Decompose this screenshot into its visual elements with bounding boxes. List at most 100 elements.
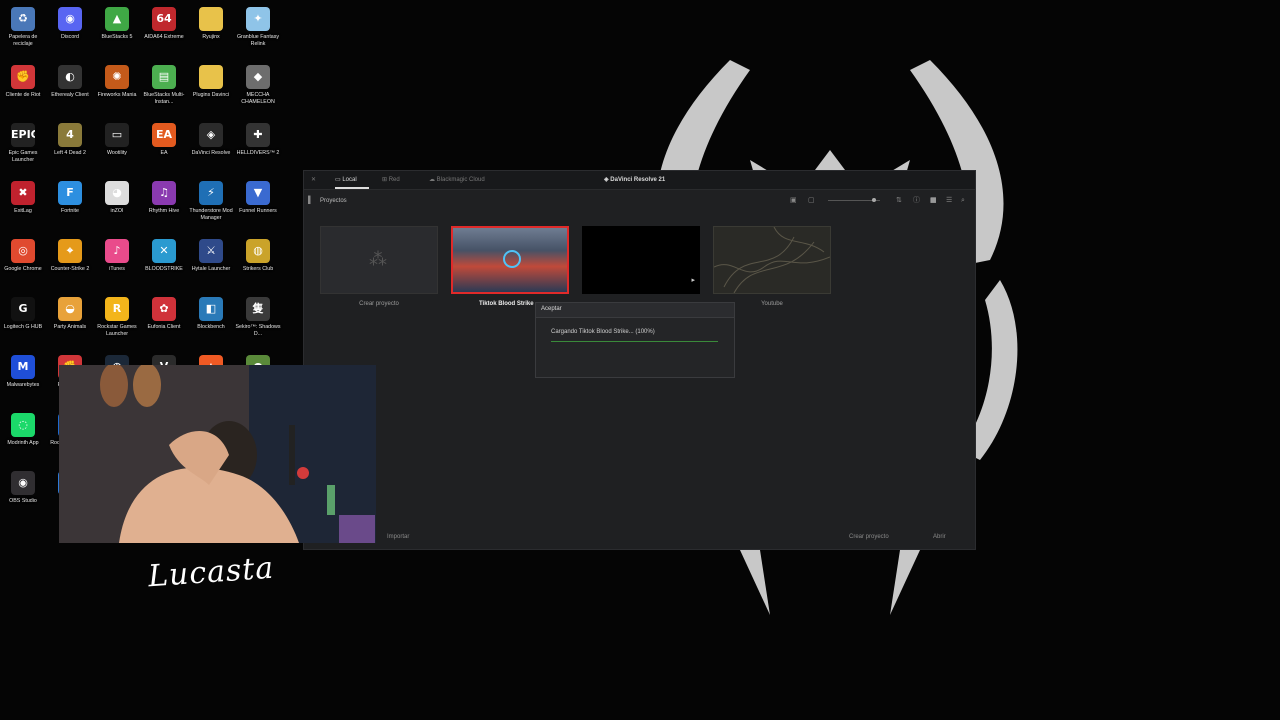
desktop-icon-rockstar-icon[interactable]: R Rockstar Games Launcher [94, 295, 140, 351]
desktop-icon-itunes-icon[interactable]: ♪ iTunes [94, 237, 140, 293]
desktop-icon-recycle-bin-icon[interactable]: ♻ Papelera de reciclaje [0, 5, 46, 61]
tab-red[interactable]: ⊞ Red [382, 171, 400, 189]
new-folder-icon[interactable]: ▣ [790, 197, 797, 205]
wootility-icon: ▭ [105, 123, 129, 147]
desktop-icon-granblue-icon[interactable]: ✦ Granblue Fantasy Relink [235, 5, 281, 61]
desktop-icon-bluestacks-icon[interactable]: ▲ BlueStacks 5 [94, 5, 140, 61]
progress-fill [551, 341, 718, 342]
desktop-icon-party-animals-icon[interactable]: ◒ Party Animals [47, 295, 93, 351]
desktop-icon-label: BlueStacks Multi-Instan... [143, 92, 185, 105]
desktop-icon-davinci-icon[interactable]: ◈ DaVinci Resolve [188, 121, 234, 177]
toolbar: ▌ Proyectos ▣ ▢ ⇅ ⓘ ▦ ☰ ⌕ [304, 190, 975, 212]
progress-track [551, 341, 718, 342]
desktop-icon-obs-icon[interactable]: ◉ OBS Studio [0, 469, 46, 525]
desktop-icon-chrome-icon[interactable]: ◎ Google Chrome [0, 237, 46, 293]
desktop-icon-label: AIDA64 Extreme [144, 34, 184, 40]
thunderstore-icon: ⚡ [199, 181, 223, 205]
desktop-icon-label: Malwarebytes [6, 382, 40, 388]
desktop-icon-rhythm-hive-icon[interactable]: ♫ Rhythm Hive [141, 179, 187, 235]
desktop-icon-label: Google Chrome [4, 266, 42, 272]
project-tile-blank[interactable]: ▸ [582, 226, 700, 294]
close-icon[interactable]: ✕ [311, 171, 316, 189]
desktop-icon-epic-games-icon[interactable]: EPIC Epic Games Launcher [0, 121, 46, 177]
desktop-icon-folder-icon[interactable]: Plugins Davinci [188, 63, 234, 119]
desktop-icon-label: Plugins Davinci [192, 92, 230, 98]
desktop-icons: ♻ Papelera de reciclaje ◉ Discord ▲ BlueStack… [0, 0, 290, 720]
desktop-icon-funnel-runners-icon[interactable]: ▼ Funnel Runners [235, 179, 281, 235]
desktop-icon-logitech-icon[interactable]: G Logitech G HUB [0, 295, 46, 351]
desktop-icon-inzoi-icon[interactable]: ◕ inZOI [94, 179, 140, 235]
desktop-icon-label: iTunes [109, 266, 125, 272]
tab-local-label: Local [342, 177, 357, 183]
rhythm-hive-icon: ♫ [152, 181, 176, 205]
desktop-icon-ea-icon[interactable]: EA EA [141, 121, 187, 177]
list-view-icon[interactable]: ☰ [946, 197, 952, 205]
desktop-icon-fireworks-icon[interactable]: ✺ Fireworks Mania [94, 63, 140, 119]
desktop-icon-label: Strikers Club [242, 266, 274, 272]
search-icon[interactable]: ⌕ [961, 197, 965, 205]
desktop-icon-aida64-icon[interactable]: 64 AIDA64 Extreme [141, 5, 187, 61]
desktop-icon-left4dead-icon[interactable]: 4 Left 4 Dead 2 [47, 121, 93, 177]
dialog-title: Aceptar [541, 306, 562, 312]
desktop-icon-wootility-icon[interactable]: ▭ Wootility [94, 121, 140, 177]
desktop-icon-thunderstore-icon[interactable]: ⚡ Thunderstore Mod Manager [188, 179, 234, 235]
desktop-icon-malwarebytes-icon[interactable]: M Malwarebytes [0, 353, 46, 409]
modrinth-icon: ◌ [11, 413, 35, 437]
desktop-icon-strikers-club-icon[interactable]: ◍ Strikers Club [235, 237, 281, 293]
desktop-icon-discord-icon[interactable]: ◉ Discord [47, 5, 93, 61]
tab-blackmagic-cloud[interactable]: ☁ Blackmagic Cloud [429, 171, 485, 189]
davinci-project-manager-window: ✕ ▭ Local ⊞ Red ☁ Blackmagic Cloud ◈ DaV… [303, 170, 976, 550]
grid-view-icon[interactable]: ▦ [930, 197, 937, 205]
rockstar-icon: R [105, 297, 129, 321]
desktop-icon-label: Blockbench [197, 324, 225, 330]
desktop-icon-meccha-icon[interactable]: ◆ MECCHA CHAMELEON [235, 63, 281, 119]
davinci-logo-icon: ◈ [604, 177, 609, 183]
sidebar-toggle-icon[interactable]: ▌ [308, 197, 313, 205]
strikers-club-icon: ◍ [246, 239, 270, 263]
desktop-icon-bluestacks-multi-icon[interactable]: ▤ BlueStacks Multi-Instan... [141, 63, 187, 119]
import-button[interactable]: Importar [387, 532, 409, 542]
preview-icon[interactable]: ▢ [808, 197, 815, 205]
desktop-icon-hytale-icon[interactable]: ⚔ Hytale Launcher [188, 237, 234, 293]
desktop-icon-label: Rhythm Hive [148, 208, 180, 214]
cs2-icon: ⌖ [58, 239, 82, 263]
project-tile-youtube[interactable] [713, 226, 831, 294]
desktop-icon-label: Counter-Strike 2 [50, 266, 90, 272]
granblue-icon: ✦ [246, 7, 270, 31]
desktop-icon-ethereal-icon[interactable]: ◐ Etherealy Client [47, 63, 93, 119]
desktop-icon-label: Granblue Fantasy Relink [236, 34, 280, 47]
desktop-icon-folder-icon[interactable]: Ryujinx [188, 5, 234, 61]
desktop-icon-label: Rockstar Games Launcher [97, 324, 137, 337]
cloud-icon: ☁ [429, 177, 435, 183]
desktop-icon-helldivers-icon[interactable]: ✚ HELLDIVERS™ 2 [235, 121, 281, 177]
open-button[interactable]: Abrir [933, 532, 946, 542]
create-project-button[interactable]: Crear proyecto [849, 532, 889, 542]
zoom-slider-handle[interactable] [872, 198, 876, 202]
desktop-icon-label: ExitLag [14, 208, 32, 214]
desktop-icon-riot-icon[interactable]: ✊ Cliente de Riot [0, 63, 46, 119]
desktop-icon-cs2-icon[interactable]: ⌖ Counter-Strike 2 [47, 237, 93, 293]
chrome-icon: ◎ [11, 239, 35, 263]
desktop-icon-label: Logitech G HUB [3, 324, 43, 330]
tab-cloud-label: Blackmagic Cloud [436, 177, 485, 183]
desktop-icon-blockbench-icon[interactable]: ◧ Blockbench [188, 295, 234, 351]
sort-icon[interactable]: ⇅ [896, 197, 902, 205]
desktop-icon-exitlag-icon[interactable]: ✖ ExitLag [0, 179, 46, 235]
desktop-icon-fortnite-icon[interactable]: F Fortnite [47, 179, 93, 235]
new-project-icon: ⁂ [369, 249, 387, 269]
project-tile-tiktok[interactable] [451, 226, 569, 294]
desktop-icon-modrinth-icon[interactable]: ◌ Modrinth App [0, 411, 46, 467]
app-title: ◈ DaVinci Resolve 21 [604, 171, 665, 189]
info-icon[interactable]: ⓘ [913, 197, 920, 205]
desktop-icon-label: DaVinci Resolve [191, 150, 231, 156]
desktop-icon-eufonia-icon[interactable]: ✿ Eufonia Client [141, 295, 187, 351]
folder-icon [199, 65, 223, 89]
desktop-icon-label: Ryujinx [202, 34, 220, 40]
desktop-icon-sekiro-icon[interactable]: 隻 Sekiro™: Shadows D... [235, 295, 281, 351]
riot-icon: ✊ [11, 65, 35, 89]
desktop-icon-bloodstrike-icon[interactable]: ✕ BLOODSTRIKE [141, 237, 187, 293]
epic-games-icon: EPIC [11, 123, 35, 147]
new-project-tile[interactable]: ⁂ [320, 226, 438, 294]
ea-icon: EA [152, 123, 176, 147]
desktop-icon-label: Thunderstore Mod Manager [189, 208, 233, 221]
